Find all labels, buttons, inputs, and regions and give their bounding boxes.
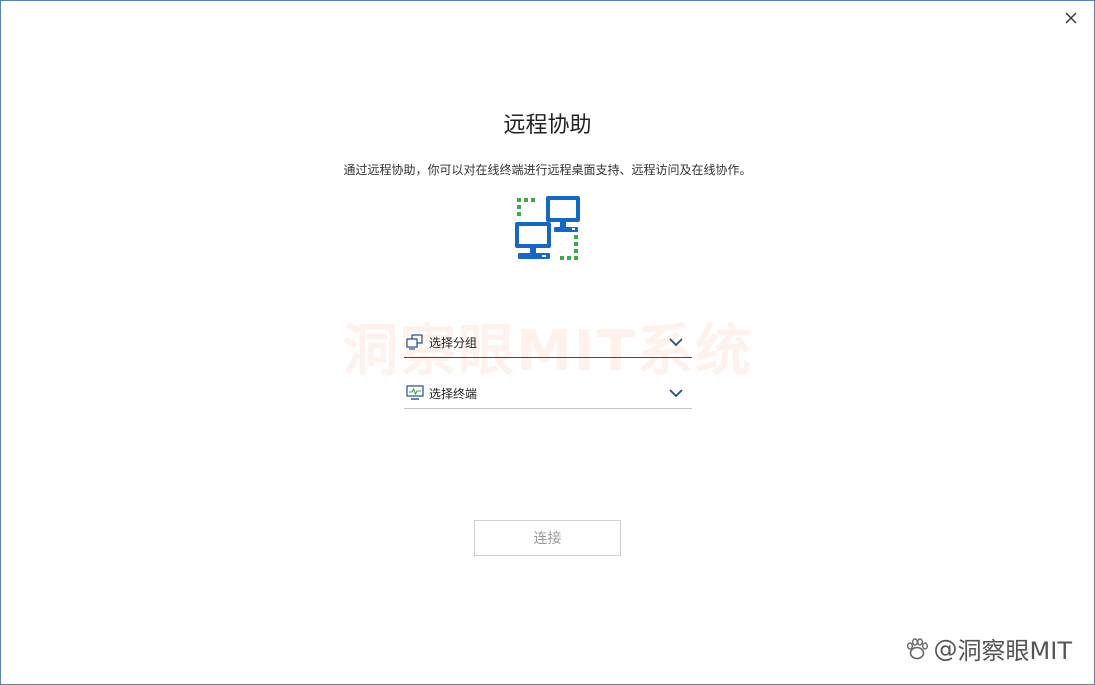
group-select-label: 选择分组 — [429, 335, 478, 350]
footer-watermark: @ 洞察眼MIT — [904, 631, 1072, 666]
page-title: 远程协助 — [503, 113, 592, 138]
footer-at-sign: @ — [933, 634, 958, 663]
connect-button[interactable]: 连接 — [474, 520, 621, 556]
remote-computers-icon — [515, 196, 580, 260]
footer-watermark-text: 洞察眼MIT — [957, 637, 1072, 665]
monitor-icon — [406, 384, 424, 402]
terminal-select-label: 选择终端 — [429, 386, 478, 401]
close-button[interactable] — [1060, 7, 1082, 29]
chevron-down-icon — [668, 334, 684, 350]
close-icon — [1065, 12, 1077, 24]
remote-assistance-window: 远程协助 通过远程协助，你可以对在线终端进行远程桌面支持、远程访问及在线协作。 — [0, 0, 1095, 685]
terminal-select[interactable]: 选择终端 — [404, 378, 692, 409]
page-description: 通过远程协助，你可以对在线终端进行远程桌面支持、远程访问及在线协作。 — [343, 163, 752, 177]
paw-logo-icon — [906, 637, 928, 659]
chevron-down-icon — [668, 385, 684, 401]
group-computers-icon — [406, 333, 424, 351]
group-select[interactable]: 选择分组 — [404, 327, 692, 358]
